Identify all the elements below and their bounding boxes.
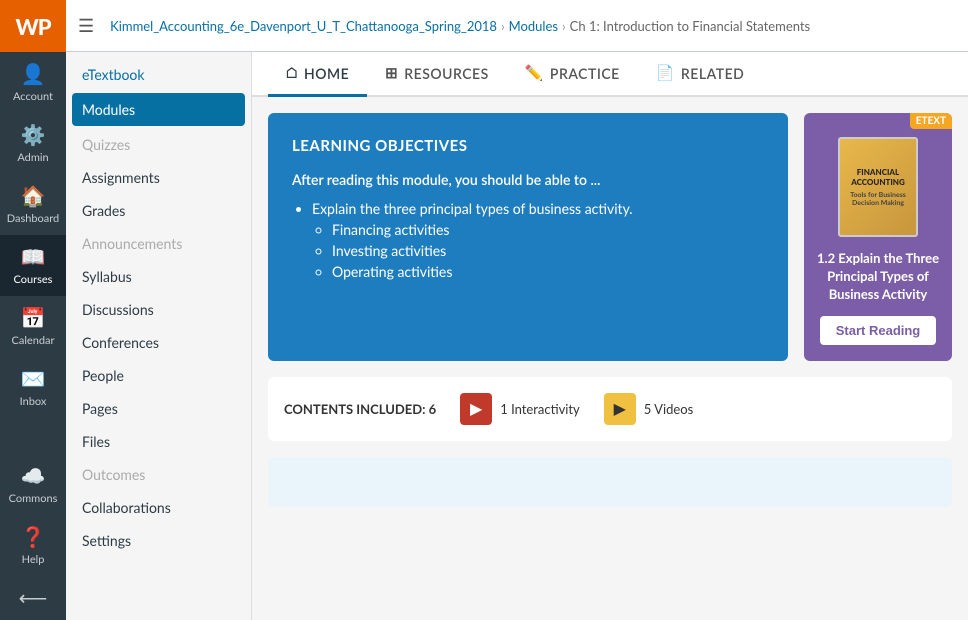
account-icon: 👤 [21,62,46,86]
wp-logo: WP [15,13,50,40]
learning-objectives-card: LEARNING OBJECTIVES After reading this m… [268,113,788,361]
wp-logo-container: WP [0,0,66,52]
learning-obj-sub-item-1: Investing activities [332,242,764,259]
icon-navigation: WP 👤 Account ⚙️ Admin 🏠 Dashboard 📖 Cour… [0,0,66,620]
course-sidebar: eTextbook Modules Quizzes Assignments Gr… [66,52,252,620]
learning-objectives-title: LEARNING OBJECTIVES [292,137,764,155]
resources-tab-icon: ⊞ [385,64,398,82]
home-tab-icon: ⌂ [286,64,298,82]
related-tab-icon: 📄 [656,64,675,82]
etext-heading: 1.2 Explain the Three Principal Types of… [804,249,952,316]
practice-tab-icon: ✏️ [525,64,544,82]
tab-bar: ⌂ HOME ⊞ RESOURCES ✏️ PRACTICE 📄 RELATED [252,52,968,97]
admin-icon: ⚙️ [21,123,46,147]
sidebar-item-quizzes[interactable]: Quizzes [66,128,251,161]
breadcrumb-course[interactable]: Kimmel_Accounting_6e_Davenport_U_T_Chatt… [110,18,497,34]
main-area: ☰ Kimmel_Accounting_6e_Davenport_U_T_Cha… [66,0,968,620]
tab-related-label: RELATED [681,65,744,82]
learning-objectives-intro: After reading this module, you should be… [292,171,764,188]
breadcrumb-sep2: › [562,18,566,34]
collapse-icon: ⟵ [19,586,48,610]
sidebar-item-syllabus[interactable]: Syllabus [66,260,251,293]
courses-icon: 📖 [21,245,46,269]
page-content: ⌂ HOME ⊞ RESOURCES ✏️ PRACTICE 📄 RELATED [252,52,968,620]
sidebar-item-etextbook[interactable]: eTextbook [66,58,251,91]
breadcrumb: Kimmel_Accounting_6e_Davenport_U_T_Chatt… [110,18,810,34]
contents-title: CONTENTS INCLUDED: 6 [284,401,436,417]
account-label: Account [13,90,53,103]
breadcrumb-sep1: › [501,18,505,34]
sidebar-item-help[interactable]: ❓ Help [5,515,62,576]
learning-obj-sub-item-0: Financing activities [332,221,764,238]
dashboard-label: Dashboard [7,212,59,225]
content-item-videos: ▶ 5 Videos [604,393,693,425]
breadcrumb-modules[interactable]: Modules [509,18,558,34]
courses-label: Courses [14,273,53,286]
sidebar-item-admin[interactable]: ⚙️ Admin [0,113,66,174]
learning-obj-sub-list: Financing activities Investing activitie… [312,221,764,280]
dashboard-icon: 🏠 [21,184,46,208]
etext-badge: ETEXT [910,113,952,129]
start-reading-button[interactable]: Start Reading [820,316,937,345]
hamburger-menu[interactable]: ☰ [78,14,94,37]
sidebar-item-dashboard[interactable]: 🏠 Dashboard [0,174,66,235]
bottom-card [268,457,952,507]
module-inner: LEARNING OBJECTIVES After reading this m… [268,113,952,361]
tab-practice-label: PRACTICE [550,65,620,82]
interactive-icon: ▶ [460,393,492,425]
sidebar-item-people[interactable]: People [66,359,251,392]
calendar-icon: 📅 [21,306,46,330]
contents-card: CONTENTS INCLUDED: 6 ▶ 1 Interactivity ▶… [268,377,952,441]
tab-related[interactable]: 📄 RELATED [638,52,763,97]
top-bar: ☰ Kimmel_Accounting_6e_Davenport_U_T_Cha… [66,0,968,52]
tab-home[interactable]: ⌂ HOME [268,52,367,97]
sidebar-item-settings[interactable]: Settings [66,524,251,557]
learning-obj-sub-item-2: Operating activities [332,263,764,280]
sidebar-item-commons[interactable]: ☁️ Commons [5,454,62,515]
sidebar-item-announcements[interactable]: Announcements [66,227,251,260]
help-label: Help [22,553,45,566]
tab-resources[interactable]: ⊞ RESOURCES [367,52,507,97]
sidebar-item-grades[interactable]: Grades [66,194,251,227]
videos-icon: ▶ [604,393,636,425]
sidebar-collapse-button[interactable]: ⟵ [5,576,62,620]
commons-icon: ☁️ [21,464,46,488]
sidebar-item-outcomes[interactable]: Outcomes [66,458,251,491]
sidebar-item-courses[interactable]: 📖 Courses [0,235,66,296]
sidebar-item-discussions[interactable]: Discussions [66,293,251,326]
tab-home-label: HOME [304,65,349,82]
sidebar-item-modules[interactable]: Modules [72,93,245,126]
learning-obj-main-item: Explain the three principal types of bus… [312,200,764,217]
sidebar-item-pages[interactable]: Pages [66,392,251,425]
interactive-label: 1 Interactivity [500,401,580,417]
module-area: LEARNING OBJECTIVES After reading this m… [252,97,968,620]
tab-practice[interactable]: ✏️ PRACTICE [507,52,638,97]
commons-label: Commons [9,492,58,505]
sidebar-item-inbox[interactable]: ✉️ Inbox [0,357,66,418]
videos-label: 5 Videos [644,401,693,417]
sidebar-item-collaborations[interactable]: Collaborations [66,491,251,524]
breadcrumb-page: Ch 1: Introduction to Financial Statemen… [570,18,811,34]
inbox-label: Inbox [20,395,47,408]
content-item-interactive: ▶ 1 Interactivity [460,393,580,425]
book-title: FINANCIAL ACCOUNTING [844,167,912,187]
calendar-label: Calendar [12,334,55,347]
sidebar-item-files[interactable]: Files [66,425,251,458]
help-icon: ❓ [21,525,46,549]
sidebar-item-calendar[interactable]: 📅 Calendar [0,296,66,357]
etext-card: ETEXT FINANCIAL ACCOUNTING Tools for Bus… [804,113,952,361]
tab-resources-label: RESOURCES [404,65,488,82]
sidebar-item-account[interactable]: 👤 Account [0,52,66,113]
etext-book-cover: FINANCIAL ACCOUNTING Tools for Business … [838,137,918,237]
sidebar-item-conferences[interactable]: Conferences [66,326,251,359]
admin-label: Admin [17,151,48,164]
content-wrapper: eTextbook Modules Quizzes Assignments Gr… [66,52,968,620]
sidebar-item-assignments[interactable]: Assignments [66,161,251,194]
inbox-icon: ✉️ [21,367,46,391]
book-subtitle: Tools for Business Decision Making [844,191,912,207]
learning-objectives-list: Explain the three principal types of bus… [292,200,764,280]
